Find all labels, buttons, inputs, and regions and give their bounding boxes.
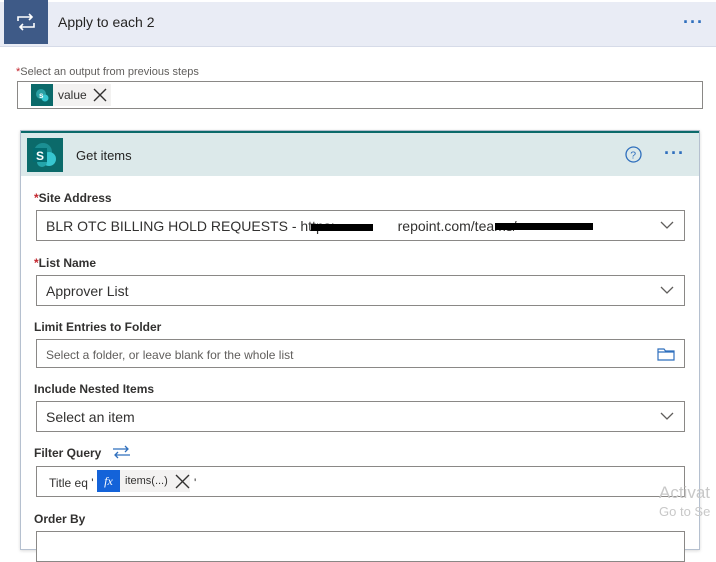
nested-items-dropdown[interactable]: Select an item <box>36 401 685 432</box>
chevron-down-icon[interactable] <box>660 411 674 421</box>
help-icon[interactable]: ? <box>625 146 642 168</box>
loop-icon <box>4 0 48 44</box>
remove-token-icon[interactable] <box>175 474 190 489</box>
svg-text:s: s <box>39 91 44 100</box>
order-by-input[interactable] <box>36 531 685 562</box>
filter-query-prefix: Title eq ' <box>49 476 94 490</box>
chevron-down-icon[interactable] <box>660 285 674 295</box>
nested-items-value: Select an item <box>46 409 135 425</box>
svg-text:?: ? <box>630 150 636 162</box>
select-output-label-text: Select an output from previous steps <box>20 66 199 78</box>
remove-token-icon[interactable] <box>93 88 107 102</box>
site-address-label: *Site Address <box>34 191 112 205</box>
limit-folder-input[interactable]: Select a folder, or leave blank for the … <box>36 339 685 368</box>
value-token[interactable]: s value <box>31 84 111 106</box>
list-name-dropdown[interactable]: Approver List <box>36 275 685 306</box>
order-by-label: Order By <box>34 512 86 526</box>
filter-query-suffix: ' <box>194 476 197 490</box>
fx-icon: fx <box>97 470 120 492</box>
sharepoint-icon: S <box>27 138 63 177</box>
watermark-line-2: Go to Se <box>659 504 711 519</box>
watermark-line-1: Activat <box>659 483 711 502</box>
folder-icon[interactable] <box>657 347 675 361</box>
filter-query-label: Filter Query <box>34 446 102 460</box>
expression-token-label: items(...) <box>125 475 168 487</box>
svg-text:S: S <box>36 149 44 163</box>
limit-folder-label: Limit Entries to Folder <box>34 320 162 334</box>
expression-token[interactable]: fx items(...) <box>97 470 190 492</box>
chevron-down-icon[interactable] <box>660 220 674 230</box>
list-name-label: *List Name <box>34 256 96 270</box>
more-options-icon[interactable]: ··· <box>664 143 685 164</box>
limit-folder-placeholder: Select a folder, or leave blank for the … <box>46 348 294 362</box>
site-address-label-text: Site Address <box>38 191 112 205</box>
select-output-label: *Select an output from previous steps <box>16 66 199 78</box>
filter-query-input[interactable]: Title eq ' fx items(...) ' <box>36 466 685 497</box>
site-address-dropdown[interactable]: BLR OTC BILLING HOLD REQUESTS - https: re… <box>36 210 685 241</box>
site-address-value: BLR OTC BILLING HOLD REQUESTS - https: re… <box>46 218 517 234</box>
more-options-icon[interactable]: ··· <box>683 12 704 33</box>
list-name-value: Approver List <box>46 283 129 299</box>
nested-items-label: Include Nested Items <box>34 382 155 396</box>
sharepoint-icon: s <box>31 84 53 106</box>
redaction-bar <box>495 223 593 230</box>
get-items-title: Get items <box>76 148 132 163</box>
swap-mode-icon[interactable] <box>112 445 131 464</box>
redaction-bar <box>311 224 373 231</box>
value-token-label: value <box>58 88 87 102</box>
list-name-label-text: List Name <box>38 256 97 270</box>
activation-watermark: Activat Go to Se <box>659 482 710 520</box>
select-output-input[interactable]: s value <box>17 81 703 109</box>
site-address-prefix: BLR OTC BILLING HOLD REQUESTS - https: <box>46 218 335 234</box>
apply-to-each-title: Apply to each 2 <box>58 14 155 30</box>
